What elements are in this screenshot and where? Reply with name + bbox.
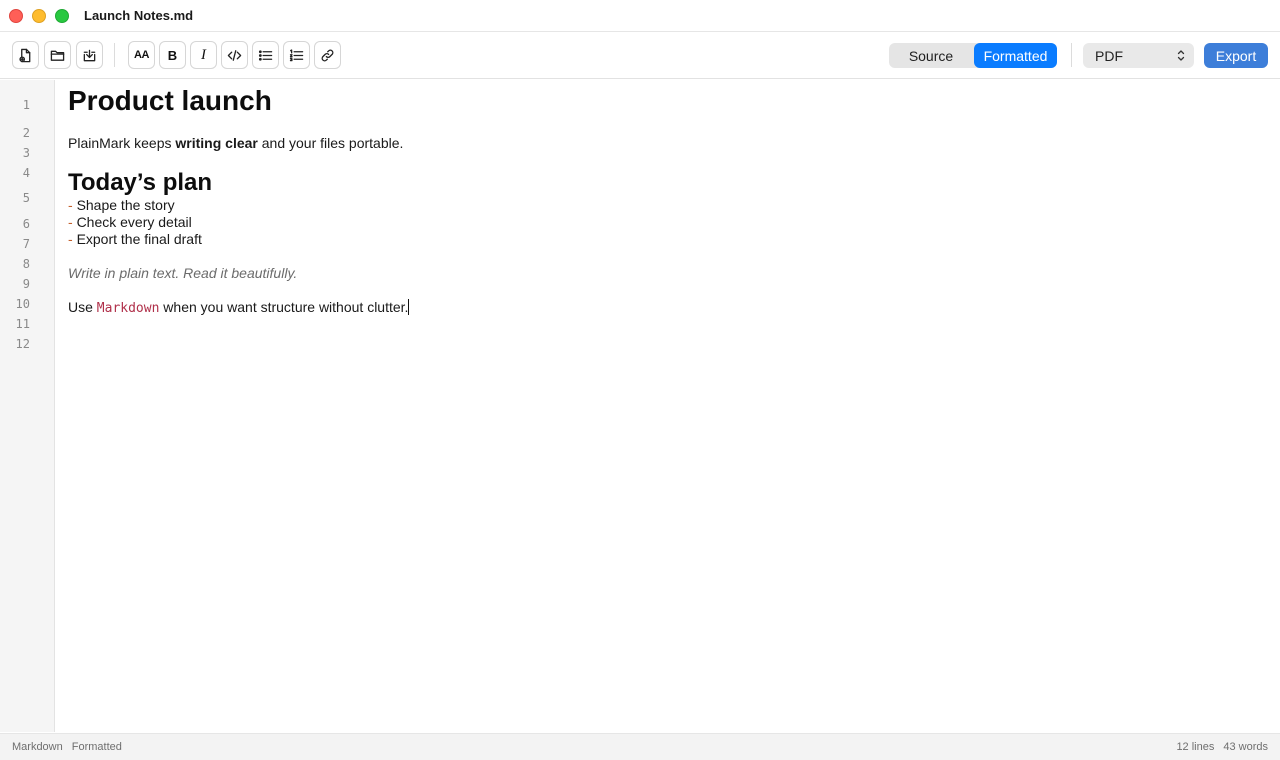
open-folder-button[interactable] [44, 41, 71, 69]
list-item-text: Export the final draft [76, 231, 202, 247]
bold-text: writing clear [175, 135, 258, 151]
paragraph-text: when you want structure without clutter. [159, 299, 409, 315]
window-title: Launch Notes.md [84, 8, 194, 23]
line-number: 5 [22, 191, 30, 205]
bullet-list-icon [258, 49, 273, 61]
status-bar: Markdown Formatted 12 lines 43 words [0, 733, 1280, 760]
line-number: 7 [22, 237, 30, 251]
status-line-count: 12 lines [1176, 741, 1215, 753]
new-file-icon [19, 48, 31, 62]
line-number: 10 [15, 297, 30, 311]
line-number: 4 [22, 166, 30, 180]
bullet-list-button[interactable] [252, 41, 279, 69]
line-number: 1 [22, 98, 30, 112]
editor-area[interactable]: Product launch PlainMark keeps writing c… [56, 80, 1280, 732]
heading-1: Product launch [68, 85, 272, 116]
text-size-button[interactable]: AA [128, 41, 155, 69]
list-item-text: Shape the story [76, 197, 175, 213]
line-number: 6 [22, 217, 30, 231]
close-window-button[interactable] [9, 9, 23, 23]
line-number: 9 [22, 277, 30, 291]
list-item-text: Check every detail [76, 214, 192, 230]
code-icon [227, 49, 242, 61]
app-window: Launch Notes.md AA B I Source Formatted … [0, 0, 1280, 760]
bold-icon: B [167, 47, 178, 63]
toolbar-divider [1071, 43, 1072, 67]
italic-button[interactable]: I [190, 41, 217, 69]
line-number: 12 [15, 337, 30, 351]
paragraph-text: Use [68, 299, 97, 315]
toolbar-divider [114, 43, 115, 67]
emphasis-line: Write in plain text. Read it beautifully… [68, 265, 298, 281]
line-number-gutter: 1 2 3 4 5 6 7 8 9 10 11 12 [0, 80, 55, 732]
status-word-count: 43 words [1223, 741, 1268, 753]
save-button[interactable] [76, 41, 103, 69]
link-button[interactable] [314, 41, 341, 69]
folder-icon [50, 50, 65, 61]
italic-icon: I [201, 46, 206, 63]
formatted-mode-tab[interactable]: Formatted [974, 43, 1057, 68]
line-number: 2 [22, 126, 30, 140]
numbered-list-icon [289, 48, 304, 61]
bold-button[interactable]: B [159, 41, 186, 69]
link-icon [321, 49, 334, 61]
list-item: - Check every detail [68, 214, 192, 230]
paragraph-line: PlainMark keeps writing clear and your f… [68, 135, 403, 151]
export-button[interactable]: Export [1204, 43, 1268, 68]
paragraph-line: Use Markdown when you want structure wit… [68, 299, 410, 316]
toolbar: AA B I Source Formatted PDF Export [0, 32, 1280, 79]
save-download-icon [83, 49, 96, 61]
line-number: 3 [22, 146, 30, 160]
code-button[interactable] [221, 41, 248, 69]
list-item: - Shape the story [68, 197, 175, 213]
numbered-list-button[interactable] [283, 41, 310, 69]
up-down-chevron-icon [1177, 50, 1185, 61]
heading-2: Today’s plan [68, 169, 213, 196]
list-marker: - [68, 197, 73, 213]
list-marker: - [68, 214, 73, 230]
paragraph-text: and your files portable. [257, 135, 404, 151]
export-format-select[interactable]: PDF [1083, 43, 1194, 68]
paragraph-text: PlainMark keeps [68, 135, 176, 151]
font-size-icon: AA [134, 49, 149, 61]
status-mode: Formatted [71, 741, 122, 753]
export-format-value: PDF [1095, 47, 1123, 64]
minimize-window-button[interactable] [32, 9, 46, 23]
list-marker: - [68, 231, 73, 247]
text-cursor [408, 299, 410, 315]
line-number: 8 [22, 257, 30, 271]
inline-code: Markdown [96, 301, 160, 316]
list-item: - Export the final draft [68, 231, 202, 247]
status-language: Markdown [12, 741, 63, 753]
view-mode-toggle: Source Formatted [889, 43, 1057, 68]
new-file-button[interactable] [12, 41, 39, 69]
source-mode-tab[interactable]: Source [889, 43, 973, 68]
line-number: 11 [15, 317, 30, 331]
title-bar: Launch Notes.md [0, 0, 1280, 32]
zoom-window-button[interactable] [55, 9, 69, 23]
